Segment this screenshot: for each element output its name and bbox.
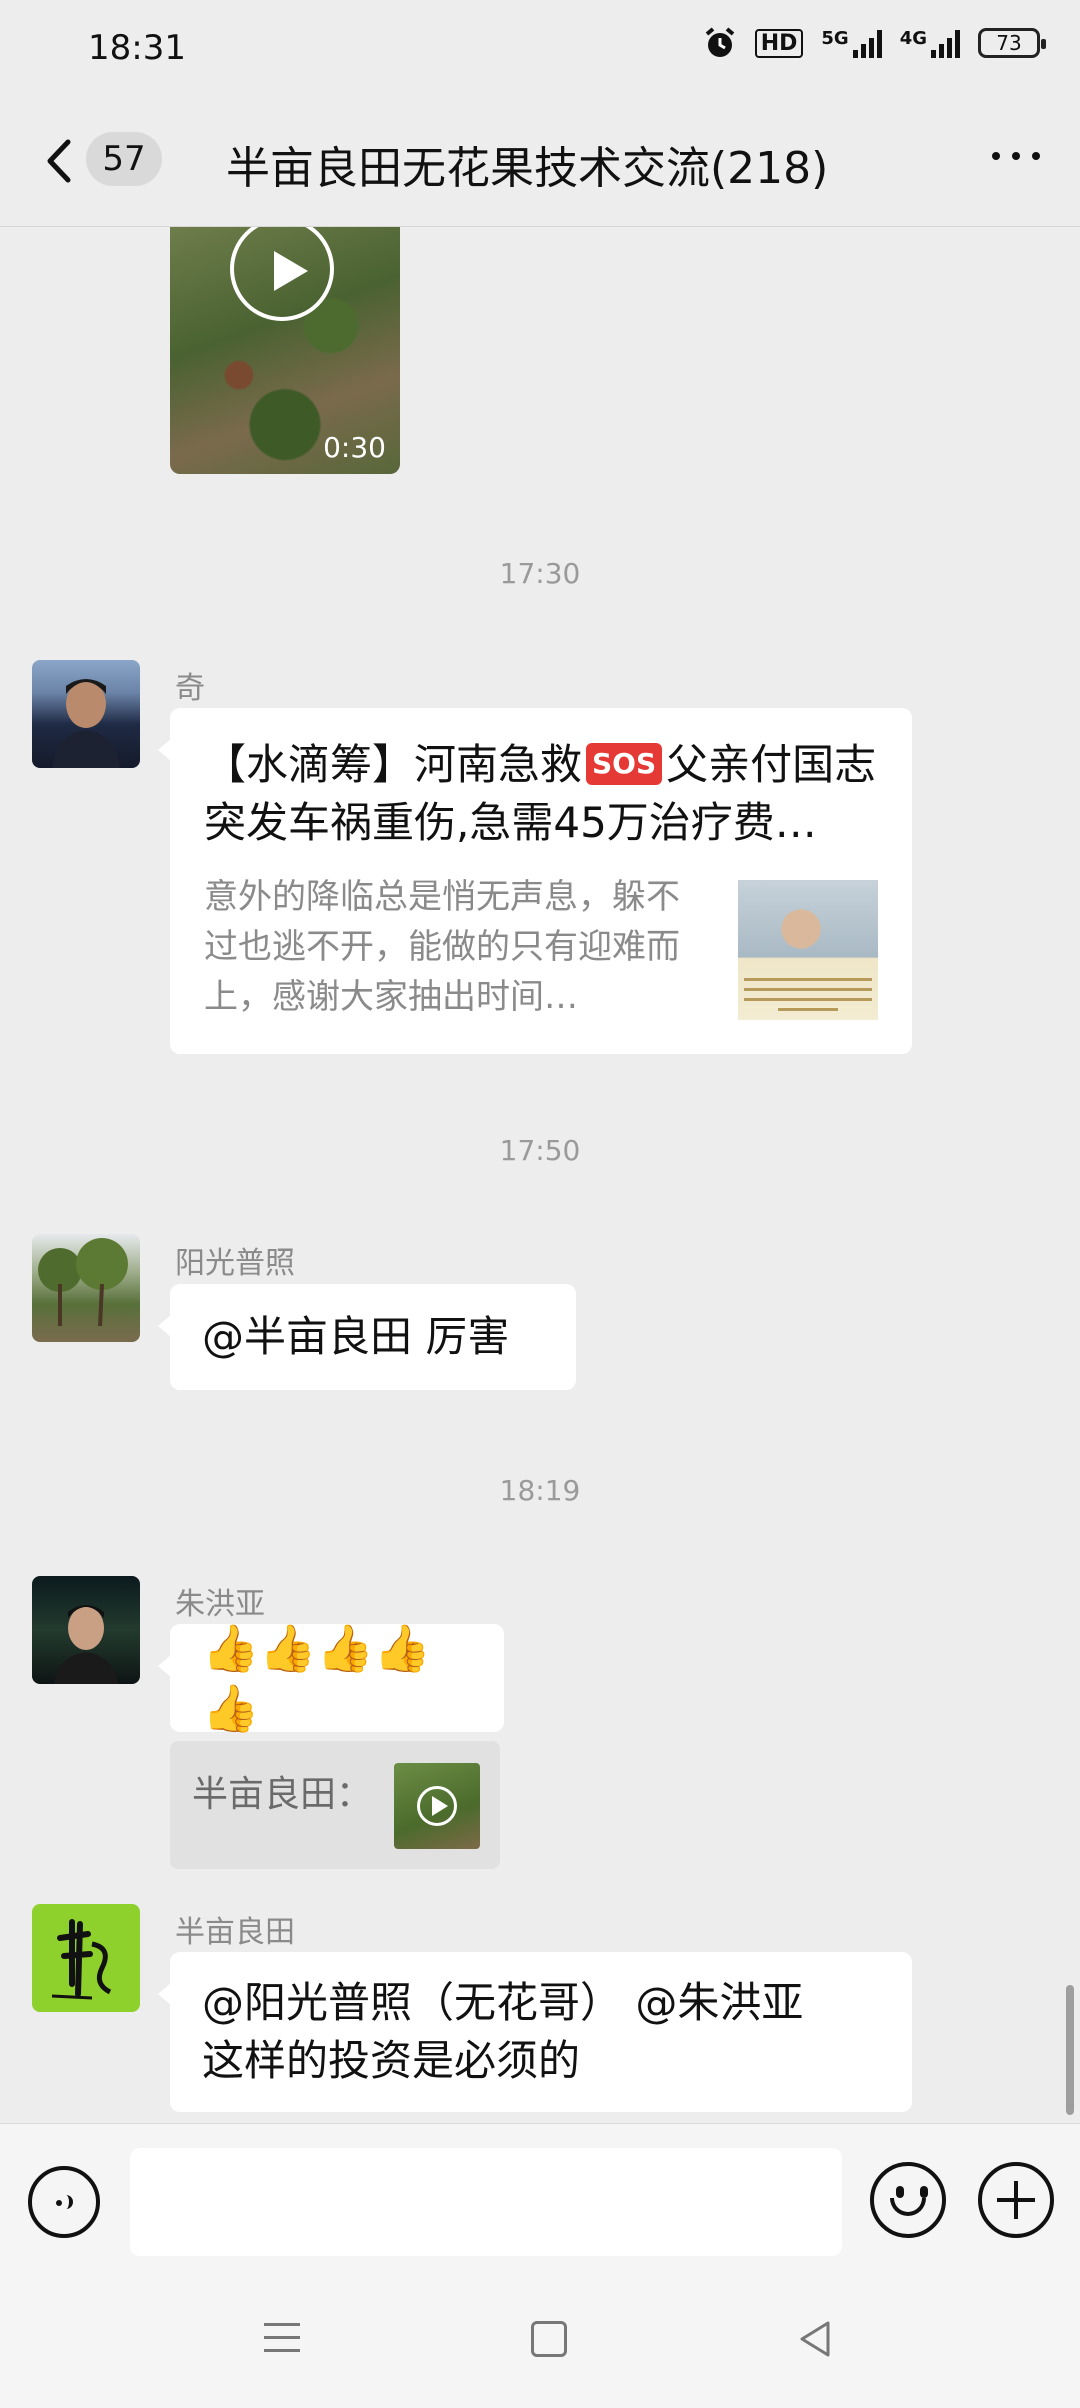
avatar[interactable] [32,1234,140,1342]
link-description: 意外的降临总是悄无声息，躲不过也逃不开，能做的只有迎难而上，感谢大家抽出时间… [204,877,680,1017]
text-message[interactable]: @半亩良田 厉害 [158,1284,576,1390]
play-icon[interactable] [230,227,334,321]
avatar-trees-icon [38,1238,128,1327]
avatar[interactable] [32,660,140,768]
input-bar [0,2123,1080,2284]
link-card-message[interactable]: 【水滴筹】河南急救 SOS 父亲付国志突发车祸重伤,急需45万治疗费… 意外的降临总… [158,708,912,1054]
signal-icon [931,28,960,58]
voice-icon[interactable] [28,2166,100,2238]
quoted-message[interactable]: 半亩良田： [170,1741,500,1869]
timestamp-divider: 18:19 [499,1474,581,1507]
menu-icon[interactable] [264,2323,300,2353]
home-icon[interactable] [531,2321,567,2357]
sender-name: 朱洪亚 [175,1587,265,1622]
quote-sender: 半亩良田： [192,1774,373,1815]
sender-name: 半亩良田 [175,1915,295,1950]
network-4g: 4G [900,28,960,58]
back-triangle-icon[interactable] [796,2319,832,2359]
status-bar: 18:31 HD 5G 4G 73 [0,0,1080,96]
plus-icon[interactable] [978,2162,1054,2238]
message-line: 这样的投资是必须的 [202,2036,581,2085]
system-navigation-bar [0,2283,1080,2408]
chat-title: 半亩良田无花果技术交流(218) [226,143,829,194]
link-thumbnail [738,880,878,1020]
sender-name: 阳光普照 [175,1246,295,1281]
timestamp-divider: 17:50 [499,1134,581,1167]
chat-area[interactable]: 0:30 17:30 奇 【水滴筹】河南急救 SOS 父亲付国志突发车祸重伤,急需4… [0,227,1080,2123]
battery-icon: 73 [978,28,1046,58]
hd-label: HD [754,28,804,58]
more-icon[interactable] [992,152,1040,160]
message-input[interactable] [130,2148,842,2256]
status-icons: HD 5G 4G 73 [703,26,1046,60]
sos-icon: SOS [586,743,663,785]
text-message[interactable]: @阳光普照（无花哥） @朱洪亚 这样的投资是必须的 [158,1952,912,2112]
status-time: 18:31 [88,28,186,68]
timestamp-divider: 17:30 [499,557,581,590]
video-duration: 0:30 [323,431,386,464]
scrollbar[interactable] [1066,1985,1074,2115]
network-5g: 5G [821,28,882,58]
link-title: 【水滴筹】河南急救 SOS 父亲付国志突发车祸重伤,急需45万治疗费… [204,740,877,847]
avatar-calligraphy-icon [51,1919,112,2000]
sender-name: 奇 [175,671,205,706]
back-icon[interactable] [38,136,84,186]
chat-header: 57 半亩良田无花果技术交流(218) [0,96,1080,227]
avatar[interactable] [32,1904,140,2012]
alarm-icon [705,27,734,57]
avatar-person-icon [52,679,120,768]
avatar[interactable] [32,1576,140,1684]
text-message[interactable]: 👍👍👍👍👍 [158,1621,504,1735]
video-message[interactable]: 0:30 [170,227,400,474]
quoted-video-thumbnail[interactable] [394,1763,480,1849]
avatar-person-icon [54,1605,118,1684]
unread-badge[interactable]: 57 [86,132,162,186]
emoji-icon[interactable] [870,2162,946,2238]
message-line: @阳光普照（无花哥） @朱洪亚 [202,1978,804,2027]
signal-icon [852,28,882,58]
